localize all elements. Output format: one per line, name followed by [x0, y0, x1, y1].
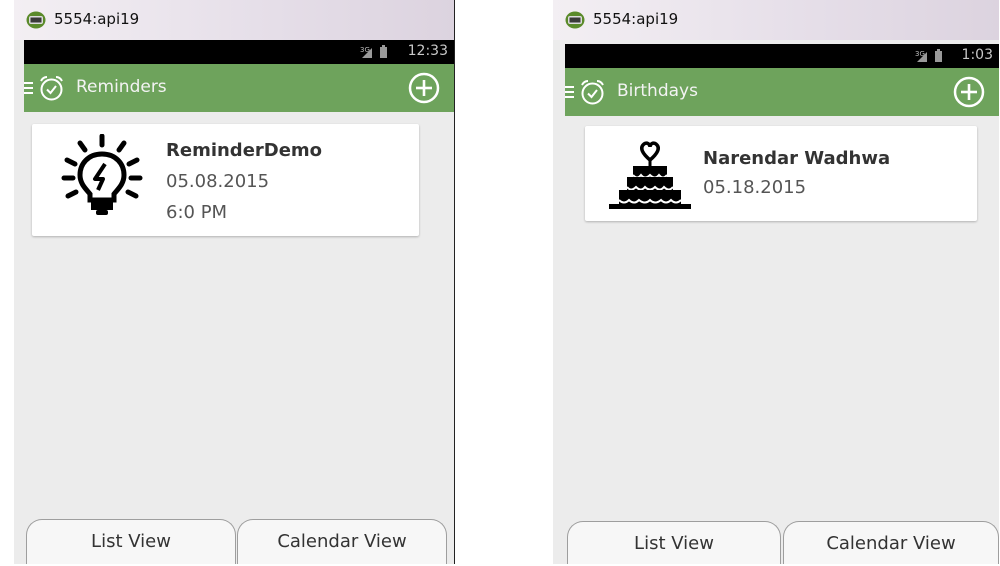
- add-reminder-button[interactable]: [408, 72, 440, 104]
- android-screen: 3G 1:03 Birthdays Narendar Wadhwa 05.18.…: [565, 44, 999, 564]
- lightbulb-icon: [61, 134, 143, 215]
- window-title: 5554:api19: [54, 10, 140, 28]
- tab-calendar-view[interactable]: Calendar View: [783, 521, 999, 564]
- tab-calendar-view[interactable]: Calendar View: [237, 519, 447, 564]
- action-bar-title: Birthdays: [617, 81, 698, 101]
- birthday-name: Narendar Wadhwa: [703, 148, 891, 169]
- android-screen: 3G 12:33 Reminders ReminderDemo 05.08.20…: [24, 40, 454, 564]
- tab-list-view[interactable]: List View: [26, 519, 236, 564]
- alarm-clock-icon[interactable]: [579, 79, 606, 106]
- android-emulator-icon: [565, 11, 585, 29]
- status-time: 1:03: [961, 47, 993, 63]
- reminder-time: 6:0 PM: [166, 202, 228, 223]
- status-time: 12:33: [407, 43, 448, 59]
- reminder-title: ReminderDemo: [166, 140, 323, 161]
- signal-battery-icon: 3G: [360, 45, 387, 58]
- menu-icon[interactable]: [565, 85, 575, 99]
- birthday-card[interactable]: Narendar Wadhwa 05.18.2015: [585, 126, 977, 221]
- menu-icon[interactable]: [24, 81, 34, 95]
- reminder-card[interactable]: ReminderDemo 05.08.2015 6:0 PM: [32, 124, 419, 236]
- tab-list-view[interactable]: List View: [567, 521, 781, 564]
- birthday-cake-icon: [609, 141, 691, 209]
- window-title: 5554:api19: [593, 10, 679, 28]
- action-bar: Reminders: [24, 64, 454, 112]
- status-bar: 3G 1:03: [565, 44, 999, 68]
- signal-battery-icon: 3G: [915, 49, 942, 62]
- status-bar: 3G 12:33: [24, 40, 454, 64]
- emulator-window-reminders: 5554:api19 3G 12:33 Reminders ReminderDe…: [14, 0, 455, 564]
- alarm-clock-icon[interactable]: [38, 75, 65, 102]
- emulator-window-birthdays: 5554:api19 3G 1:03 Birthdays Narendar Wa…: [553, 0, 999, 564]
- window-titlebar[interactable]: 5554:api19: [553, 0, 999, 40]
- action-bar-title: Reminders: [76, 77, 167, 97]
- window-titlebar[interactable]: 5554:api19: [14, 0, 454, 40]
- reminder-date: 05.08.2015: [166, 171, 270, 192]
- android-emulator-icon: [26, 11, 46, 29]
- add-birthday-button[interactable]: [953, 76, 985, 108]
- action-bar: Birthdays: [565, 68, 999, 116]
- birthday-date: 05.18.2015: [703, 177, 807, 198]
